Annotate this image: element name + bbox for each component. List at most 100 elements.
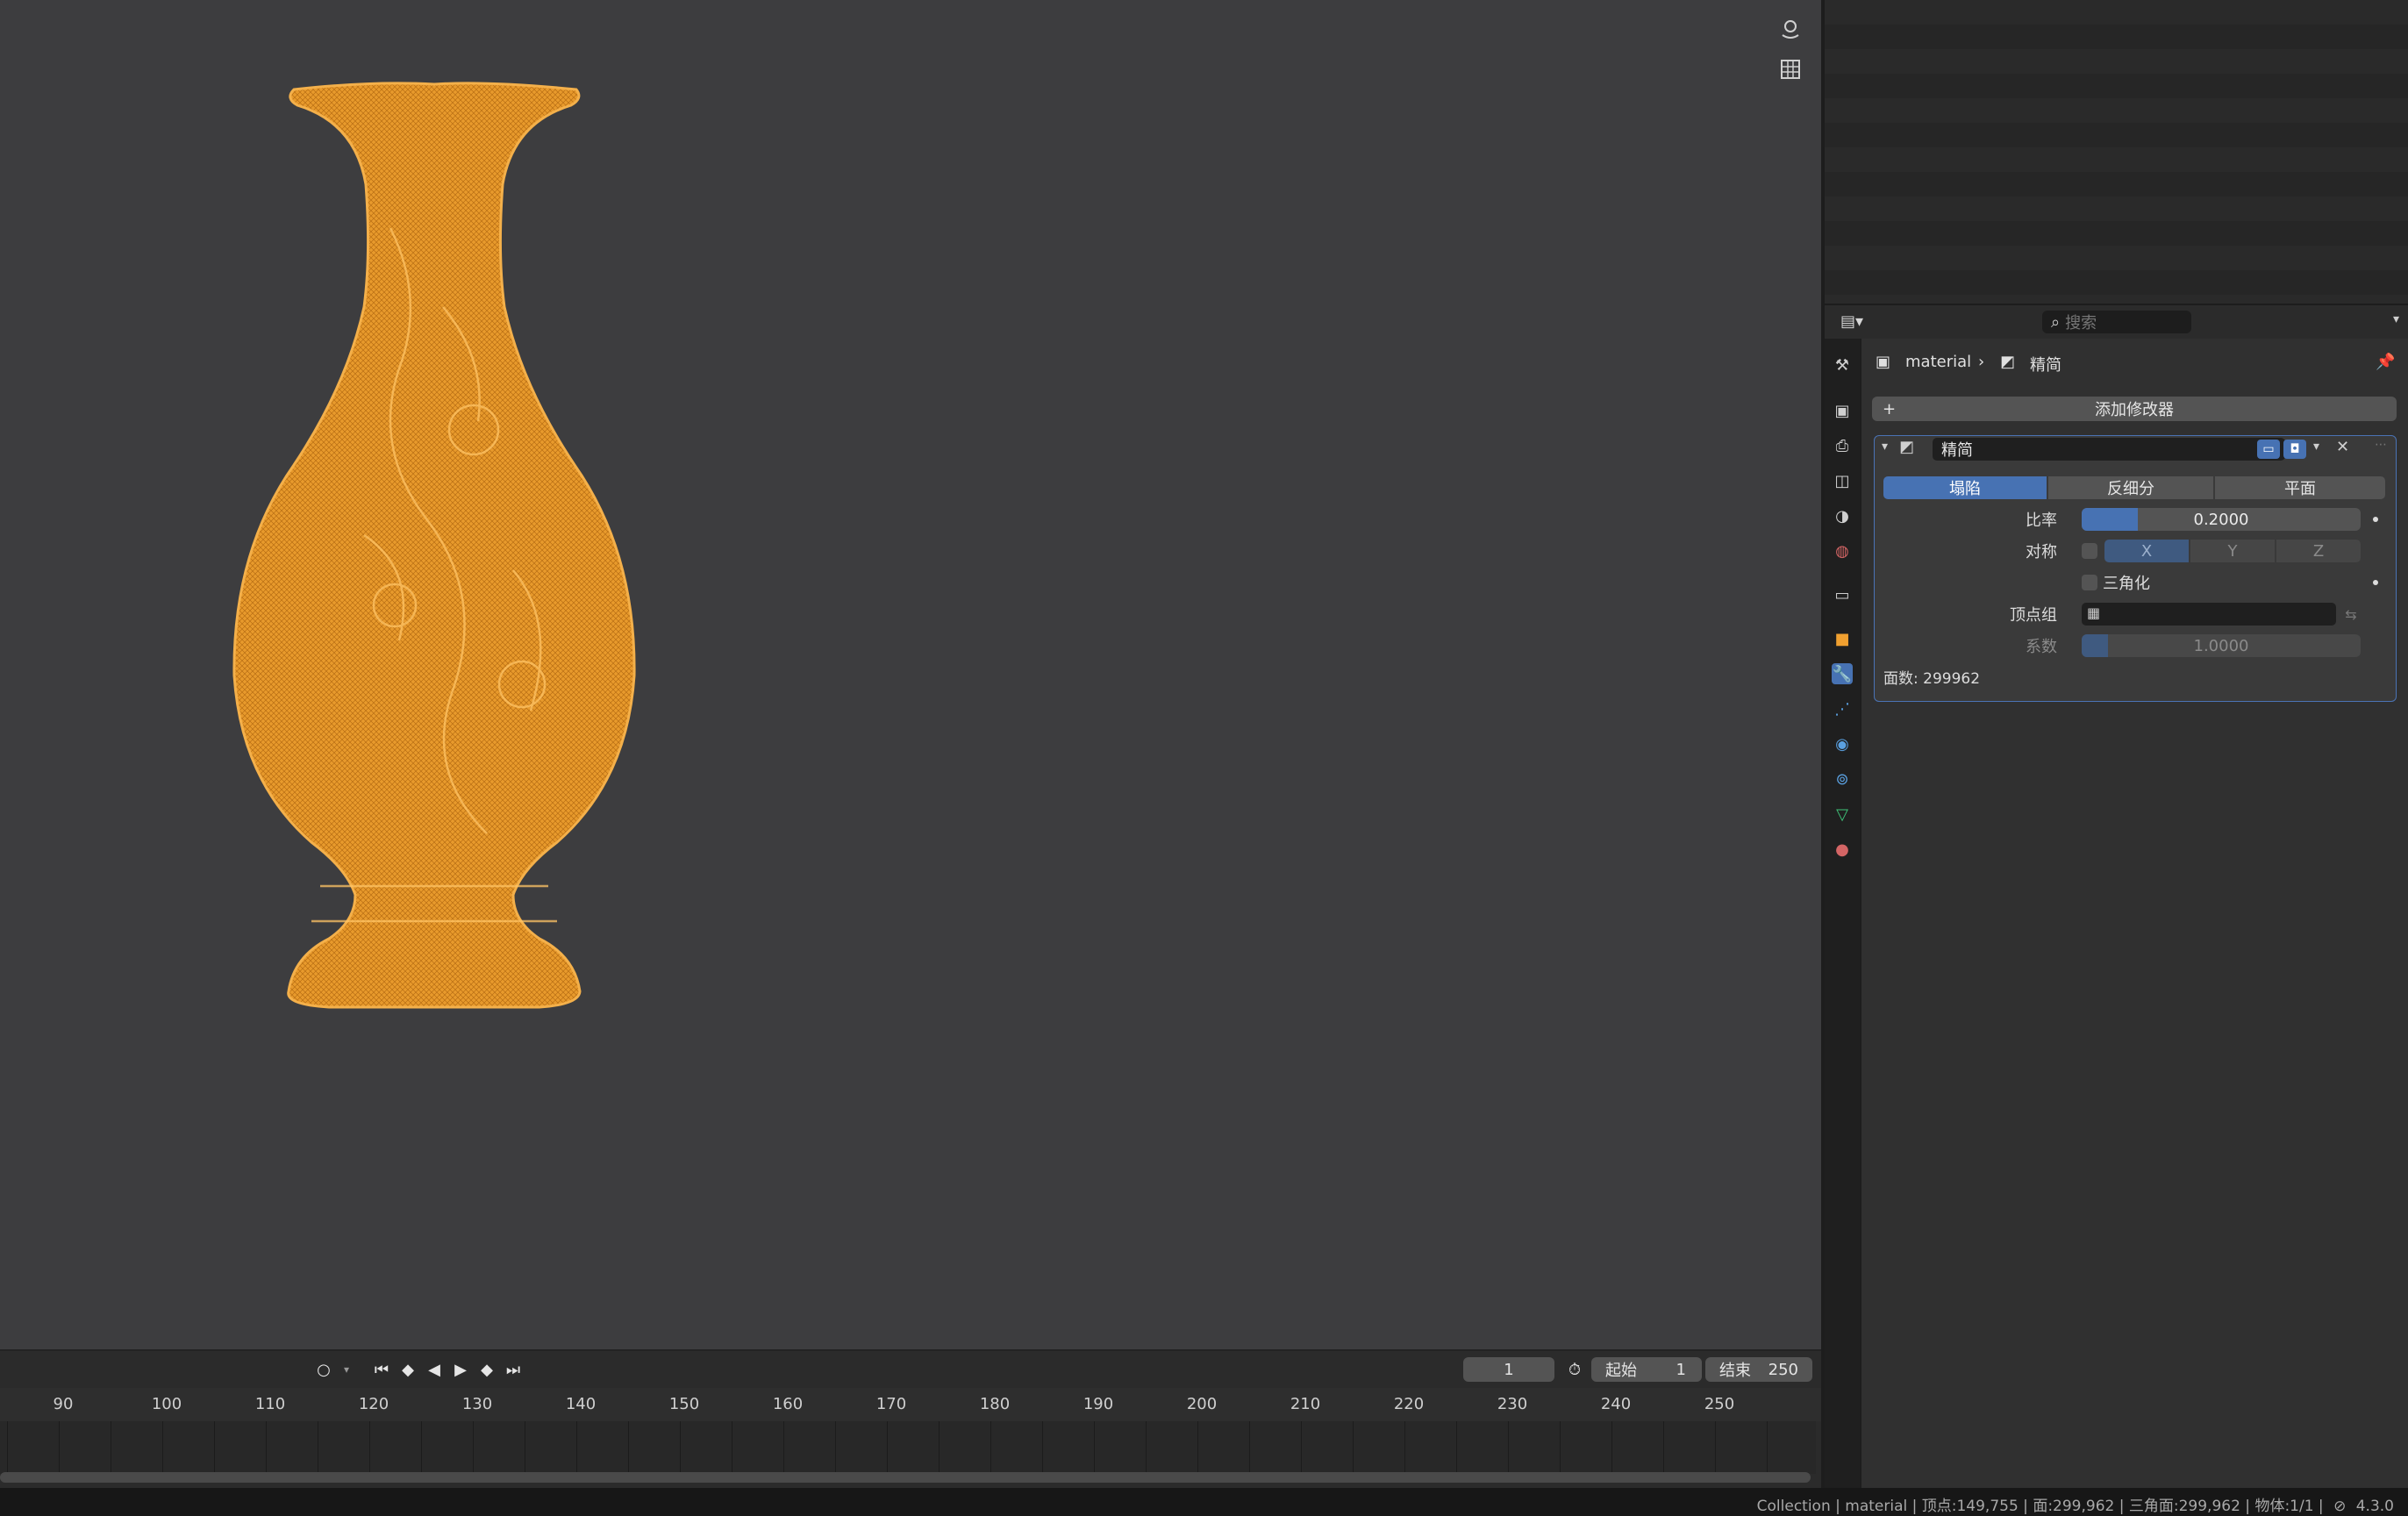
properties-tabs: ⚒ ▣ ⎙ ◫ ◑ ◍ ▭ ■ 🔧 ⋰ ◉ ⊚ ▽ ●: [1825, 339, 1860, 1488]
keyframe-dot-icon[interactable]: [2373, 580, 2378, 585]
axis-y-button[interactable]: Y: [2190, 540, 2275, 562]
timeline-grid-line: [1146, 1421, 1147, 1474]
frame-tick-label: 160: [772, 1395, 804, 1413]
factor-label: 系数: [2026, 638, 2057, 656]
particles-tab-icon[interactable]: ⋰: [1832, 698, 1853, 719]
axis-x-button[interactable]: X: [2104, 540, 2189, 562]
output-tab-icon[interactable]: ⎙: [1832, 435, 1853, 456]
timeline-grid-line: [1767, 1421, 1768, 1474]
outliner-panel[interactable]: [1825, 0, 2408, 304]
data-tab-icon[interactable]: ▽: [1832, 804, 1853, 825]
close-icon[interactable]: ✕: [2336, 438, 2349, 456]
factor-value: 1.0000: [2193, 636, 2249, 655]
render-camera-icon[interactable]: ◘: [2283, 440, 2306, 459]
triangulate-label: 三角化: [2103, 575, 2150, 593]
view-layer-tab-icon[interactable]: ◫: [1832, 470, 1853, 491]
play-icon[interactable]: ▶: [447, 1358, 474, 1381]
ratio-slider[interactable]: 0.2000: [2082, 508, 2361, 531]
vertex-group-field[interactable]: ▦: [2082, 603, 2336, 626]
mode-tab-unsubdivide[interactable]: 反细分: [2048, 476, 2213, 499]
camera-orbit-icon[interactable]: [1776, 14, 1805, 44]
modifier-name-field[interactable]: 精简: [1933, 438, 2285, 461]
physics-tab-icon[interactable]: ◉: [1832, 733, 1853, 754]
timeline-grid-line: [939, 1421, 940, 1474]
timeline-grid-line: [1508, 1421, 1509, 1474]
keyframe-dot-icon[interactable]: [2373, 517, 2378, 522]
timeline-grid-line: [1611, 1421, 1612, 1474]
vase-wireframe-mesh[interactable]: [224, 79, 645, 1009]
search-input[interactable]: ⌕ 搜索: [2042, 311, 2191, 333]
tool-tab-icon[interactable]: ⚒: [1832, 354, 1853, 375]
collapse-chevron-icon[interactable]: ▾: [1882, 440, 1888, 454]
timeline-scrollbar[interactable]: [0, 1472, 1811, 1483]
frame-tick-label: 230: [1497, 1395, 1528, 1413]
next-keyframe-icon[interactable]: ◆: [474, 1358, 500, 1381]
pin-icon[interactable]: 📌: [2376, 353, 2395, 371]
symmetry-checkbox[interactable]: [2082, 543, 2097, 559]
prev-keyframe-icon[interactable]: ◆: [395, 1358, 421, 1381]
no-network-icon: ⊘: [2333, 1498, 2347, 1515]
triangulate-checkbox[interactable]: [2082, 575, 2097, 590]
jump-to-start-icon[interactable]: ⏮: [368, 1358, 395, 1381]
realtime-display-icon[interactable]: ▭: [2257, 440, 2280, 459]
timeline-tracks[interactable]: [0, 1421, 1816, 1474]
timeline-grid-line: [266, 1421, 267, 1474]
constraints-tab-icon[interactable]: ⊚: [1832, 769, 1853, 790]
mode-tab-collapse[interactable]: 塌陷: [1883, 476, 2047, 499]
face-count-label: 面数: 299962: [1883, 670, 1981, 688]
search-icon: ⌕: [2051, 312, 2061, 332]
timeline-editor[interactable]: ○ ▾ ⏮ ◆ ◀ ▶ ◆ ⏭ 1 ⏱ 起始 1 结束 250 90 100 110…: [0, 1349, 1821, 1488]
material-tab-icon[interactable]: ●: [1832, 839, 1853, 860]
frame-tick-label: 190: [1083, 1395, 1114, 1413]
modifier-tab-icon[interactable]: 🔧: [1832, 663, 1853, 684]
frame-tick-label: 150: [668, 1395, 700, 1413]
axis-z-button[interactable]: Z: [2276, 540, 2361, 562]
chevron-down-icon[interactable]: ▾: [2313, 440, 2319, 454]
vertex-group-label: 顶点组: [2010, 606, 2057, 625]
chevron-right-icon: ›: [1978, 353, 1985, 371]
timeline-grid-line: [162, 1421, 163, 1474]
frame-tick-label: 120: [358, 1395, 389, 1413]
scene-tab-icon[interactable]: ◑: [1832, 505, 1853, 526]
decimate-icon: ◩: [2000, 353, 2016, 371]
current-frame-field[interactable]: 1: [1463, 1357, 1554, 1382]
clock-icon[interactable]: ⏱: [1561, 1358, 1588, 1381]
frame-tick-label: 140: [565, 1395, 597, 1413]
frame-ruler[interactable]: 90 100 110 120 130 140 150 160 170 180 190 200 210 22…: [0, 1388, 1821, 1421]
add-modifier-button[interactable]: + 添加修改器: [1872, 397, 2397, 421]
timeline-grid-line: [1404, 1421, 1405, 1474]
end-frame-field[interactable]: 结束 250: [1705, 1357, 1812, 1382]
frame-tick-label: 220: [1393, 1395, 1425, 1413]
breadcrumb-modifier: 精简: [2030, 356, 2061, 375]
3d-viewport[interactable]: [0, 0, 1821, 1349]
jump-to-end-icon[interactable]: ⏭: [500, 1358, 526, 1381]
end-label: 结束: [1719, 1362, 1751, 1380]
drag-handle-icon[interactable]: ⋯: [2375, 438, 2387, 452]
timeline-grid-line: [1560, 1421, 1561, 1474]
collection-tab-icon[interactable]: ▭: [1832, 584, 1853, 605]
timeline-grid-line: [1042, 1421, 1043, 1474]
frame-tick-label: 90: [53, 1395, 74, 1413]
grid-view-icon[interactable]: [1776, 54, 1805, 84]
object-icon: ▣: [1876, 353, 1891, 371]
timeline-grid-line: [1301, 1421, 1302, 1474]
object-tab-icon[interactable]: ■: [1832, 628, 1853, 649]
render-tab-icon[interactable]: ▣: [1832, 400, 1853, 421]
add-modifier-label: 添加修改器: [2095, 401, 2174, 419]
invert-arrows-icon[interactable]: ⇆: [2340, 603, 2362, 626]
mode-tab-planar[interactable]: 平面: [2215, 476, 2385, 499]
factor-slider[interactable]: 1.0000: [2082, 634, 2361, 657]
timeline-grid-line: [576, 1421, 577, 1474]
breadcrumb-object: material: [1905, 353, 1972, 371]
timeline-grid-line: [680, 1421, 681, 1474]
frame-tick-label: 170: [875, 1395, 907, 1413]
play-reverse-icon[interactable]: ◀: [421, 1358, 447, 1381]
timeline-grid-line: [1197, 1421, 1198, 1474]
timeline-grid-line: [59, 1421, 60, 1474]
chevron-down-icon[interactable]: ▾: [2393, 312, 2399, 326]
editor-type-icon[interactable]: ▤▾: [1840, 312, 1863, 331]
world-tab-icon[interactable]: ◍: [1832, 540, 1853, 561]
timeline-grid-line: [369, 1421, 370, 1474]
chevron-down-icon[interactable]: ▾: [333, 1358, 360, 1381]
start-frame-field[interactable]: 起始 1: [1591, 1357, 1702, 1382]
